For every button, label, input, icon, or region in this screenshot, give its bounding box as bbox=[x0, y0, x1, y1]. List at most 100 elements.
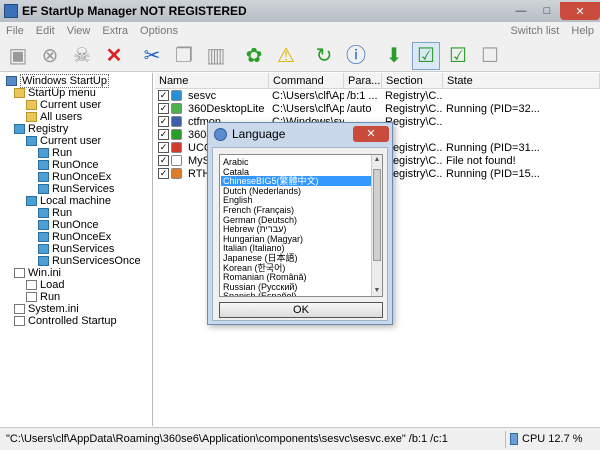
column-state[interactable]: State bbox=[443, 73, 600, 89]
menu-view[interactable]: View bbox=[61, 25, 97, 37]
menu-switch-list[interactable]: Switch list bbox=[504, 25, 565, 37]
save-icon[interactable]: ▣ bbox=[4, 42, 32, 70]
language-option[interactable]: Hebrew (עברית) bbox=[221, 224, 371, 234]
refresh-icon[interactable]: ↻ bbox=[310, 42, 338, 70]
dialog-close-button[interactable]: ✕ bbox=[353, 126, 389, 142]
row-checkbox[interactable]: ✓ bbox=[158, 142, 169, 153]
tree-item[interactable]: Local machine bbox=[26, 195, 111, 207]
cpu-indicator: CPU 12.7 % bbox=[505, 430, 600, 448]
language-option[interactable]: German (Deutsch) bbox=[221, 215, 371, 225]
column-section[interactable]: Section bbox=[382, 73, 443, 89]
scroll-up-icon[interactable]: ▲ bbox=[372, 155, 382, 165]
tree-item[interactable]: RunOnceEx bbox=[38, 231, 111, 243]
warning-icon[interactable]: ⚠ bbox=[272, 42, 300, 70]
menu-options[interactable]: Options bbox=[134, 25, 184, 37]
scroll-thumb[interactable] bbox=[373, 169, 381, 261]
row-checkbox[interactable]: ✓ bbox=[158, 116, 169, 127]
language-listbox[interactable]: Spanish (Español) Russian (Русский) Romani… bbox=[219, 154, 383, 297]
status-path: "C:\Users\clf\AppData\Roaming\360se6\App… bbox=[6, 433, 448, 445]
row-checkbox[interactable]: ✓ bbox=[158, 155, 169, 166]
title-bar: EF StartUp Manager NOT REGISTERED — □ ✕ bbox=[0, 0, 600, 22]
tree-item[interactable]: RunServicesOnce bbox=[38, 255, 141, 267]
menu-file[interactable]: File bbox=[0, 25, 30, 37]
cpu-usage: CPU 12.7 % bbox=[522, 433, 583, 445]
tree-item[interactable]: RunServices bbox=[38, 183, 114, 195]
app-icon bbox=[171, 142, 182, 153]
copy-icon[interactable]: ❐ bbox=[170, 42, 198, 70]
minimize-button[interactable]: — bbox=[508, 2, 534, 20]
checked-view3-icon[interactable]: ☐ bbox=[476, 42, 504, 70]
language-option[interactable]: English bbox=[221, 195, 371, 205]
cut-icon[interactable]: ✂ bbox=[138, 42, 166, 70]
section-tree: Windows StartUp StartUp menu Current user A… bbox=[0, 73, 153, 426]
export-icon[interactable]: ⬇ bbox=[380, 42, 408, 70]
reg-icon bbox=[38, 232, 49, 242]
row-checkbox[interactable]: ✓ bbox=[158, 90, 169, 101]
tree-item[interactable]: RunOnceEx bbox=[38, 171, 111, 183]
tree-item[interactable]: Registry bbox=[14, 123, 68, 135]
ok-button[interactable]: OK bbox=[219, 302, 383, 318]
tree-item[interactable]: System.ini bbox=[14, 303, 79, 315]
column-params[interactable]: Para... bbox=[344, 73, 382, 89]
reg-icon bbox=[38, 208, 49, 218]
language-option[interactable]: Dutch (Nederlands) bbox=[221, 186, 371, 196]
tree-item[interactable]: Load bbox=[26, 279, 64, 291]
language-option[interactable]: Italian (Italiano) bbox=[221, 243, 371, 253]
cell-state: Running (PID=32... bbox=[446, 103, 540, 115]
cancel-icon[interactable]: ⊗ bbox=[36, 42, 64, 70]
row-checkbox[interactable]: ✓ bbox=[158, 129, 169, 140]
language-option[interactable]: Hungarian (Magyar) bbox=[221, 234, 371, 244]
listbox-scrollbar[interactable]: ▲ ▼ bbox=[371, 155, 382, 296]
kill-icon[interactable]: ☠ bbox=[68, 42, 96, 70]
language-option[interactable]: Japanese (日本語) bbox=[221, 253, 371, 263]
maximize-button[interactable]: □ bbox=[534, 2, 560, 20]
tree-item[interactable]: Run bbox=[38, 207, 72, 219]
tree-item-label: Current user bbox=[40, 135, 102, 147]
app-icon bbox=[171, 103, 182, 114]
tree-item[interactable]: Windows StartUp bbox=[6, 74, 109, 88]
tree-item[interactable]: Run bbox=[26, 291, 60, 303]
menu-extra[interactable]: Extra bbox=[96, 25, 134, 37]
row-checkbox[interactable]: ✓ bbox=[158, 103, 169, 114]
checked-view-icon[interactable]: ☑ bbox=[412, 41, 440, 70]
scroll-down-icon[interactable]: ▼ bbox=[372, 286, 382, 296]
checked-view2-icon[interactable]: ☑ bbox=[444, 42, 472, 70]
tree-item[interactable]: Controlled Startup bbox=[14, 315, 117, 327]
tree-item[interactable]: Current user bbox=[26, 99, 101, 111]
menu-edit[interactable]: Edit bbox=[30, 25, 61, 37]
dialog-body: Spanish (Español) Russian (Русский) Romani… bbox=[212, 147, 388, 321]
language-option[interactable]: Catala bbox=[221, 167, 371, 177]
column-name[interactable]: Name bbox=[155, 73, 269, 89]
tree-item[interactable]: Current user bbox=[26, 135, 101, 147]
table-row[interactable]: ✓ sesvc C:\Users\clf\App.../b:1 ... Registr… bbox=[155, 90, 600, 102]
close-button[interactable]: ✕ bbox=[560, 2, 600, 20]
tree-item[interactable]: RunServices bbox=[38, 243, 114, 255]
reg-icon bbox=[26, 196, 37, 206]
tree-item[interactable]: RunOnce bbox=[38, 159, 98, 171]
app-icon bbox=[171, 155, 182, 166]
column-command[interactable]: Command bbox=[269, 73, 344, 89]
language-option[interactable]: Arabic bbox=[221, 157, 371, 167]
tree-item[interactable]: RunOnce bbox=[38, 219, 98, 231]
menu-help[interactable]: Help bbox=[565, 25, 600, 37]
tree-item[interactable]: Win.ini bbox=[14, 267, 61, 279]
row-checkbox[interactable]: ✓ bbox=[158, 168, 169, 179]
tree-item[interactable]: Run bbox=[38, 147, 72, 159]
language-option[interactable]: Spanish (Español) bbox=[221, 291, 371, 296]
app-icon bbox=[171, 129, 182, 140]
language-option[interactable]: French (Français) bbox=[221, 205, 371, 215]
language-option[interactable]: Korean (한국어) bbox=[221, 263, 371, 273]
table-row[interactable]: ✓ 360DesktopLite C:\Users\clf\App.../auto R… bbox=[155, 103, 600, 115]
language-option[interactable]: ChineseBIG5(繁體中文) bbox=[221, 176, 371, 187]
info-icon[interactable]: ⓘ bbox=[342, 42, 370, 70]
language-option[interactable]: Russian (Русский) bbox=[221, 282, 371, 292]
tree-item-label: RunOnceEx bbox=[52, 231, 112, 243]
tree-item-label: Win.ini bbox=[28, 267, 62, 279]
enable-icon[interactable]: ✿ bbox=[240, 42, 268, 70]
paste-icon[interactable]: ▥ bbox=[202, 42, 230, 70]
tree-item[interactable]: All users bbox=[26, 111, 82, 123]
menu-bar: File Edit View Extra Options Switch list… bbox=[0, 22, 600, 40]
delete-icon[interactable]: ✕ bbox=[100, 42, 128, 70]
tree-item[interactable]: StartUp menu bbox=[14, 87, 96, 99]
language-option[interactable]: Romanian (Română) bbox=[221, 272, 371, 282]
